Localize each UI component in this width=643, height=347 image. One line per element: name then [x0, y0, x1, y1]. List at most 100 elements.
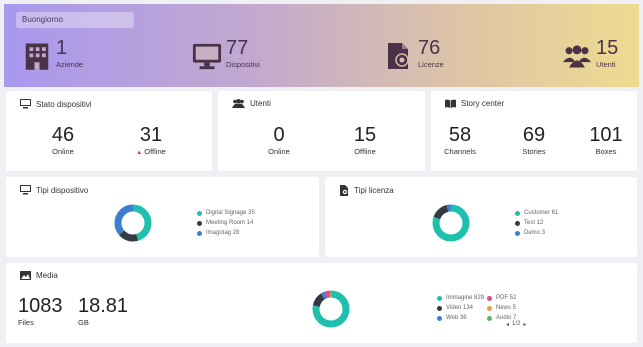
card-story-center[interactable]: Story center 58 Channels 69 Stories 101 …	[431, 91, 637, 171]
legend-color-dot	[197, 220, 202, 226]
legend-label: News 5	[496, 305, 517, 311]
stat-value: 101	[589, 124, 623, 146]
stat-gb: 18.81 GB	[78, 295, 128, 327]
stat-label: Files	[18, 318, 34, 327]
legend-label: Customer 61	[524, 210, 559, 216]
stat-label: GB	[78, 318, 89, 327]
legend-label: Demo 3	[524, 230, 546, 236]
card-tipi-licenza[interactable]: Tipi licenza Customer 61 Test 12 Demo 3	[325, 177, 637, 257]
book-icon	[445, 99, 456, 108]
donut-chart-media	[312, 290, 350, 328]
legend-color-dot	[437, 315, 442, 321]
users-icon	[562, 45, 592, 68]
stat-value: 69	[522, 124, 546, 146]
legend-label: Imagotag 28	[206, 230, 240, 236]
stat-online: 0 Online	[264, 124, 294, 156]
stat-offline: 31 ▲ Offline	[131, 124, 171, 156]
users-icon	[232, 99, 245, 108]
stat-label: Online	[268, 147, 290, 156]
card-title: Utenti	[232, 99, 271, 108]
legend-item[interactable]: PDF 52	[487, 293, 535, 303]
card-title-text: Utenti	[250, 99, 271, 108]
stat-files: 1083 Files	[18, 295, 63, 327]
kpi-licenze[interactable]: 76 Licenze	[384, 38, 444, 71]
building-icon	[25, 43, 49, 70]
legend-label: Digital Signage 35	[206, 210, 255, 216]
stat-stories: 69 Stories	[519, 124, 549, 156]
legend-dispositivo: Digital Signage 35 Meeting Room 14 Imagota…	[197, 208, 255, 238]
welcome-banner: Buongiorno 1 Aziende 77 Dispositivi 76 L…	[4, 4, 639, 87]
legend-color-dot	[197, 230, 202, 236]
stat-value: 0	[273, 124, 285, 146]
monitor-icon	[20, 185, 31, 195]
warning-icon: ▲	[136, 150, 143, 156]
legend-item[interactable]: Video 134	[437, 303, 485, 313]
pager-prev-button[interactable]: ◂	[506, 321, 509, 328]
card-tipi-dispositivo[interactable]: Tipi dispositivo Digital Signage 35 Meeti…	[6, 177, 319, 257]
kpi-label: Dispositivi	[226, 60, 260, 69]
card-title-text: Tipi dispositivo	[36, 185, 89, 195]
license-icon	[388, 43, 409, 69]
pager-text: 1/2	[512, 321, 521, 327]
card-media[interactable]: Media 1083 Files 18.81 GB Immagine 829 PD…	[6, 263, 637, 343]
stat-boxes: 101 Boxes	[589, 124, 623, 156]
legend-item[interactable]: Immagine 829	[437, 293, 485, 303]
monitor-icon	[192, 43, 222, 70]
image-icon	[20, 271, 31, 280]
stat-channels: 58 Channels	[443, 124, 477, 156]
card-title: Story center	[445, 99, 504, 108]
kpi-label: Utenti	[596, 60, 616, 69]
legend-color-dot	[437, 305, 442, 311]
kpi-label: Aziende	[56, 60, 84, 69]
legend-label: PDF 52	[496, 295, 517, 301]
legend-item[interactable]: Meeting Room 14	[197, 218, 255, 228]
legend-color-dot	[515, 220, 520, 226]
card-title-text: Story center	[461, 99, 505, 108]
legend-color-dot	[515, 210, 520, 216]
monitor-icon	[20, 99, 31, 109]
card-title-text: Tipi licenza	[354, 186, 394, 195]
legend-color-dot	[487, 295, 492, 301]
legend-color-dot	[197, 210, 202, 216]
stat-value: 1083	[18, 295, 63, 317]
kpi-aziende[interactable]: 1 Aziende	[22, 38, 83, 71]
license-icon	[340, 185, 348, 196]
stat-label: Online	[52, 147, 74, 156]
donut-chart-licenza	[432, 204, 470, 242]
stat-label: Channels	[444, 147, 476, 156]
legend-licenza: Customer 61 Test 12 Demo 3	[515, 208, 558, 238]
kpi-value: 77	[226, 37, 249, 59]
stat-value: 31	[139, 124, 163, 146]
pager-next-button[interactable]: ▸	[523, 321, 526, 328]
legend-color-dot	[437, 295, 442, 301]
legend-item[interactable]: Imagotag 28	[197, 228, 255, 238]
stat-label: Stories	[522, 147, 546, 156]
card-title-text: Media	[36, 271, 58, 280]
kpi-utenti[interactable]: 15 Utenti	[562, 38, 618, 71]
legend-item[interactable]: Web 36	[437, 313, 485, 323]
legend-label: Test 12	[524, 220, 544, 226]
legend-label: Immagine 829	[446, 295, 485, 301]
kpi-value: 76	[418, 37, 441, 59]
legend-media: Immagine 829 PDF 52 Video 134 News 5 Web 36 A…	[437, 293, 535, 323]
stat-online: 46 Online	[48, 124, 78, 156]
legend-color-dot	[515, 230, 520, 236]
stat-label: Offline	[144, 147, 166, 156]
legend-item[interactable]: News 5	[487, 303, 535, 313]
card-title: Stato dispositivi	[20, 99, 92, 109]
stat-value: 46	[51, 124, 75, 146]
greeting-text: Buongiorno	[16, 12, 134, 28]
card-title: Media	[20, 271, 58, 280]
card-title-text: Stato dispositivi	[36, 99, 92, 109]
legend-item[interactable]: Demo 3	[515, 228, 558, 238]
legend-label: Meeting Room 14	[206, 220, 254, 226]
stat-value: 58	[448, 124, 472, 146]
legend-item[interactable]: Digital Signage 35	[197, 208, 255, 218]
legend-item[interactable]: Customer 61	[515, 208, 558, 218]
card-stato-dispositivi[interactable]: Stato dispositivi 46 Online 31 ▲ Offline	[6, 91, 212, 171]
kpi-value: 15	[596, 37, 619, 59]
legend-item[interactable]: Test 12	[515, 218, 558, 228]
card-utenti[interactable]: Utenti 0 Online 15 Offline	[218, 91, 425, 171]
stat-value: 15	[353, 124, 377, 146]
kpi-dispositivi[interactable]: 77 Dispositivi	[192, 38, 260, 71]
